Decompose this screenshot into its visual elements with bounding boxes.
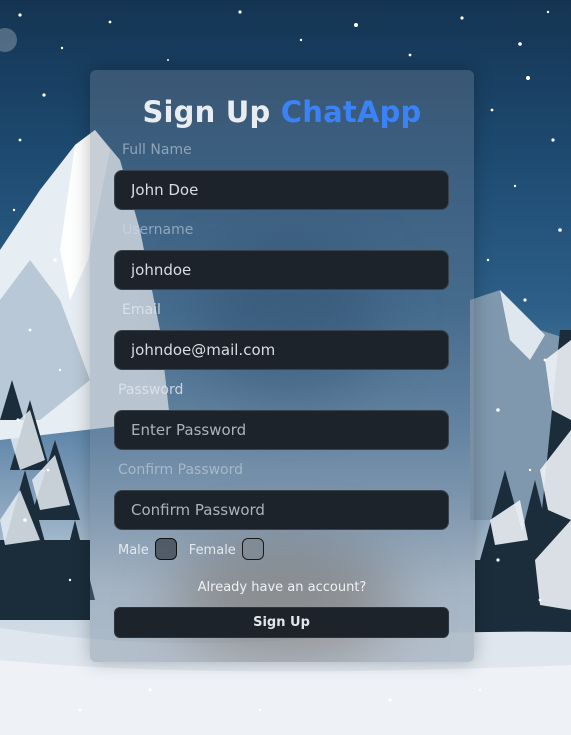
signup-card: Sign Up ChatApp Full Name Username Email… (90, 70, 474, 662)
password-input[interactable] (114, 410, 449, 450)
female-checkbox[interactable] (241, 537, 264, 560)
confirm-password-label: Confirm Password (118, 462, 244, 478)
login-link[interactable]: Already have an account? (90, 580, 474, 595)
male-label: Male (118, 542, 149, 558)
title-text: Sign Up (142, 95, 271, 129)
username-input[interactable] (114, 250, 449, 290)
bokeh-light (0, 28, 17, 52)
female-label: Female (188, 542, 236, 558)
password-label: Password (118, 382, 184, 398)
username-label: Username (122, 222, 194, 238)
male-checkbox[interactable] (154, 537, 177, 560)
email-input[interactable] (114, 330, 449, 370)
full-name-input[interactable] (114, 170, 449, 210)
brand-name: ChatApp (280, 95, 422, 129)
page-title: Sign Up ChatApp (90, 95, 474, 129)
email-label: Email (122, 302, 161, 318)
confirm-password-input[interactable] (114, 490, 449, 530)
full-name-label: Full Name (122, 142, 192, 158)
signup-button[interactable]: Sign Up (114, 607, 449, 638)
gender-selector: Male Female (118, 537, 276, 562)
